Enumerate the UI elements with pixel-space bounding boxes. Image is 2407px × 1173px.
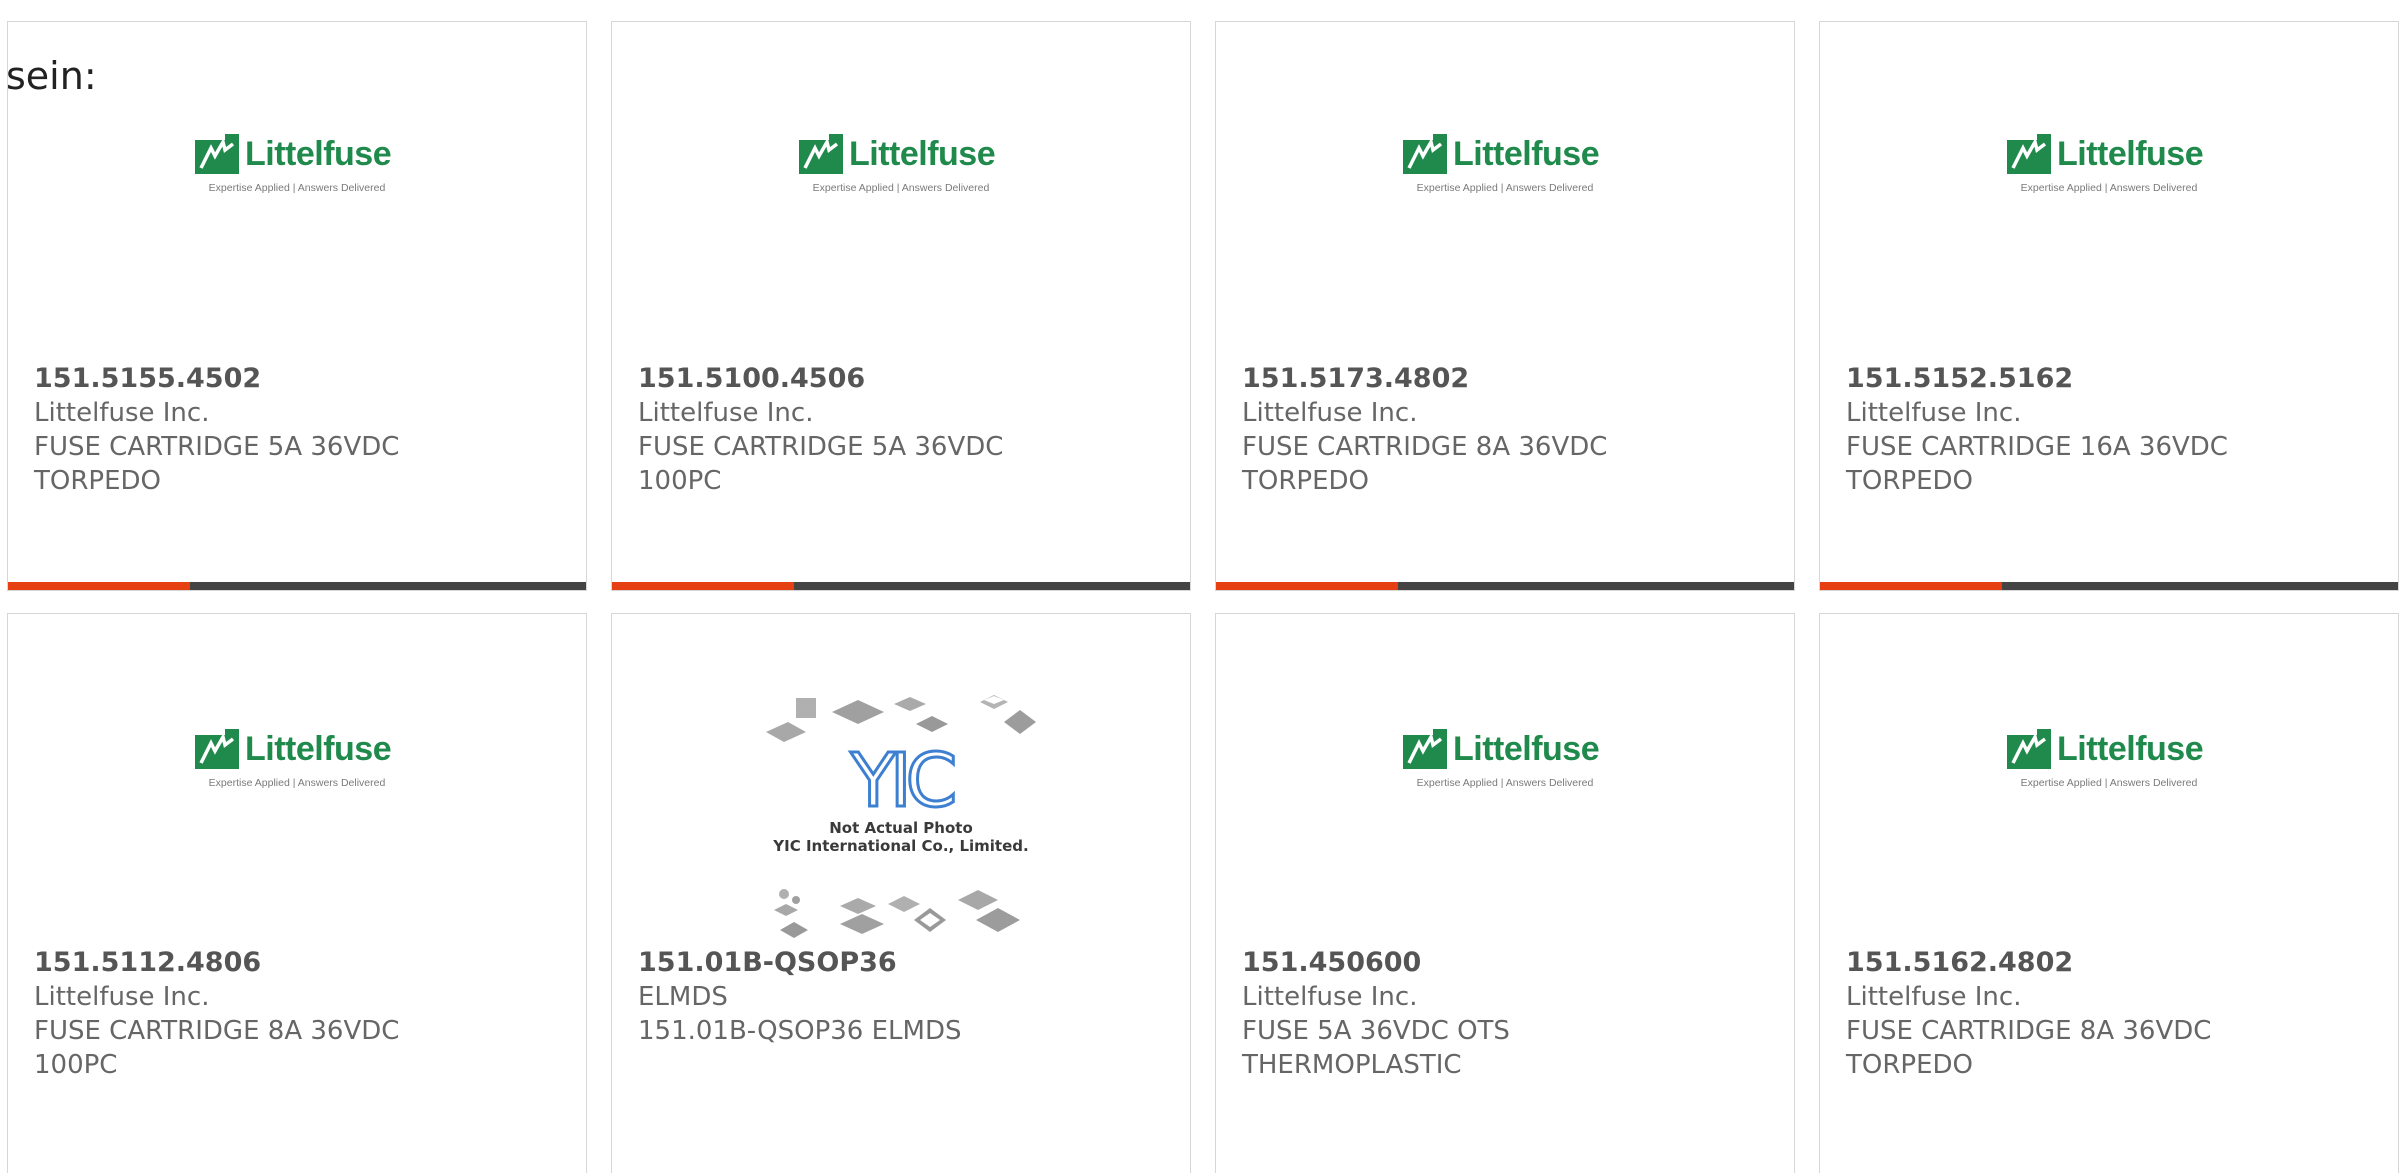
logo-tagline: Expertise Applied | Answers Delivered (208, 182, 386, 194)
littelfuse-mark-icon (1403, 729, 1447, 769)
description-line-2: TORPEDO (1846, 466, 1974, 496)
littelfuse-logo: Littelfuse Expertise Applied | Answers D… (1403, 729, 1607, 793)
littelfuse-logo: Littelfuse Expertise Applied | Answers D… (2007, 134, 2211, 198)
card-accent (612, 582, 794, 590)
card-accent (1820, 582, 2002, 590)
card-accent (8, 582, 190, 590)
product-card[interactable]: Littelfuse Expertise Applied | Answers D… (1819, 21, 2399, 591)
manufacturer: Littelfuse Inc. (1846, 982, 2022, 1012)
description-line-2: TORPEDO (1846, 1050, 1974, 1080)
product-card[interactable]: Littelfuse Expertise Applied | Answers D… (611, 21, 1191, 591)
part-number-link[interactable]: 151.5173.4802 (1242, 362, 1762, 396)
product-card[interactable]: Littelfuse Expertise Applied | Answers D… (7, 613, 587, 1173)
manufacturer: Littelfuse Inc. (1846, 398, 2022, 428)
manufacturer: Littelfuse Inc. (638, 398, 814, 428)
logo-tagline: Expertise Applied | Answers Delivered (2020, 182, 2198, 194)
littelfuse-mark-icon (799, 134, 843, 174)
product-image[interactable]: Littelfuse Expertise Applied | Answers D… (1216, 134, 1794, 244)
part-number-link[interactable]: 151.5162.4802 (1846, 946, 2366, 980)
part-number-link[interactable]: 151.450600 (1242, 946, 1762, 980)
littelfuse-logo: Littelfuse Expertise Applied | Answers D… (799, 134, 1003, 198)
logo-tagline: Expertise Applied | Answers Delivered (1416, 777, 1594, 789)
description-line-2: 100PC (638, 466, 722, 496)
logo-brand: Littelfuse (245, 135, 392, 173)
product-image[interactable]: Littelfuse Expertise Applied | Answers D… (1216, 729, 1794, 839)
product-image[interactable]: Littelfuse Expertise Applied | Answers D… (1820, 134, 2398, 244)
littelfuse-mark-icon (195, 134, 239, 174)
littelfuse-mark-icon (2007, 729, 2051, 769)
logo-tagline: Expertise Applied | Answers Delivered (208, 777, 386, 789)
description-line-2: 100PC (34, 1050, 118, 1080)
description-line-1: FUSE CARTRIDGE 5A 36VDC (638, 432, 1004, 462)
product-info: 151.5173.4802 Littelfuse Inc. FUSE CARTR… (1242, 362, 1762, 498)
product-grid-page: sein: Littelfuse Expertise Applied | Ans… (0, 0, 2407, 1173)
logo-brand: Littelfuse (1453, 135, 1600, 173)
product-info: 151.5152.5162 Littelfuse Inc. FUSE CARTR… (1846, 362, 2366, 498)
logo-brand: Littelfuse (2057, 135, 2204, 173)
description-line-1: FUSE 5A 36VDC OTS (1242, 1016, 1510, 1046)
product-info: 151.5162.4802 Littelfuse Inc. FUSE CARTR… (1846, 946, 2366, 1082)
description-line-1: FUSE CARTRIDGE 8A 36VDC (1242, 432, 1608, 462)
product-info: 151.5112.4806 Littelfuse Inc. FUSE CARTR… (34, 946, 554, 1082)
product-card[interactable]: Littelfuse Expertise Applied | Answers D… (7, 21, 587, 591)
logo-brand: Littelfuse (245, 730, 392, 768)
littelfuse-logo: Littelfuse Expertise Applied | Answers D… (195, 134, 399, 198)
logo-brand: Littelfuse (849, 135, 996, 173)
card-bottom-bar (1216, 582, 1794, 590)
logo-tagline: Expertise Applied | Answers Delivered (2020, 777, 2198, 789)
product-image[interactable]: Littelfuse Expertise Applied | Answers D… (8, 134, 586, 244)
littelfuse-logo: Littelfuse Expertise Applied | Answers D… (195, 729, 399, 793)
card-bottom-bar (8, 582, 586, 590)
part-number-link[interactable]: 151.5112.4806 (34, 946, 554, 980)
product-info: 151.01B-QSOP36 ELMDS 151.01B-QSOP36 ELMD… (638, 946, 1158, 1048)
description-line-1: FUSE CARTRIDGE 8A 36VDC (1846, 1016, 2212, 1046)
card-bottom-bar (612, 582, 1190, 590)
product-info: 151.5100.4506 Littelfuse Inc. FUSE CARTR… (638, 362, 1158, 498)
description-line-2: TORPEDO (1242, 466, 1370, 496)
card-accent (1216, 582, 1398, 590)
description-line-1: FUSE CARTRIDGE 8A 36VDC (34, 1016, 400, 1046)
product-image[interactable]: YIC Not Actual Photo YIC International C… (612, 694, 1190, 944)
product-card[interactable]: YIC Not Actual Photo YIC International C… (611, 613, 1191, 1173)
description-line-2: TORPEDO (34, 466, 162, 496)
placeholder-caption-1: Not Actual Photo (829, 819, 973, 837)
svg-text:YIC: YIC (850, 738, 954, 824)
littelfuse-mark-icon (1403, 134, 1447, 174)
manufacturer: Littelfuse Inc. (1242, 398, 1418, 428)
littelfuse-logo: Littelfuse Expertise Applied | Answers D… (1403, 134, 1607, 198)
card-bottom-bar (1820, 582, 2398, 590)
description-line-1: FUSE CARTRIDGE 5A 36VDC (34, 432, 400, 462)
description-line-2: THERMOPLASTIC (1242, 1050, 1462, 1080)
description-line-1: FUSE CARTRIDGE 16A 36VDC (1846, 432, 2228, 462)
product-grid: Littelfuse Expertise Applied | Answers D… (7, 21, 2401, 1173)
littelfuse-mark-icon (2007, 134, 2051, 174)
manufacturer: ELMDS (638, 982, 728, 1012)
product-image[interactable]: Littelfuse Expertise Applied | Answers D… (1820, 729, 2398, 839)
manufacturer: Littelfuse Inc. (34, 398, 210, 428)
part-number-link[interactable]: 151.5100.4506 (638, 362, 1158, 396)
logo-brand: Littelfuse (1453, 730, 1600, 768)
product-image[interactable]: Littelfuse Expertise Applied | Answers D… (612, 134, 1190, 244)
placeholder-caption-2: YIC International Co., Limited. (773, 837, 1029, 855)
littelfuse-mark-icon (195, 729, 239, 769)
manufacturer: Littelfuse Inc. (34, 982, 210, 1012)
part-number-link[interactable]: 151.5155.4502 (34, 362, 554, 396)
product-card[interactable]: Littelfuse Expertise Applied | Answers D… (1819, 613, 2399, 1173)
littelfuse-logo: Littelfuse Expertise Applied | Answers D… (2007, 729, 2211, 793)
part-number-link[interactable]: 151.5152.5162 (1846, 362, 2366, 396)
logo-tagline: Expertise Applied | Answers Delivered (812, 182, 990, 194)
logo-brand: Littelfuse (2057, 730, 2204, 768)
logo-tagline: Expertise Applied | Answers Delivered (1416, 182, 1594, 194)
intro-text: sein: (6, 54, 97, 98)
product-image[interactable]: Littelfuse Expertise Applied | Answers D… (8, 729, 586, 839)
manufacturer: Littelfuse Inc. (1242, 982, 1418, 1012)
product-info: 151.5155.4502 Littelfuse Inc. FUSE CARTR… (34, 362, 554, 498)
yic-placeholder-image: YIC Not Actual Photo YIC International C… (766, 694, 1036, 944)
product-card[interactable]: Littelfuse Expertise Applied | Answers D… (1215, 21, 1795, 591)
part-number-link[interactable]: 151.01B-QSOP36 (638, 946, 1158, 980)
description-line-1: 151.01B-QSOP36 ELMDS (638, 1016, 962, 1046)
product-card[interactable]: Littelfuse Expertise Applied | Answers D… (1215, 613, 1795, 1173)
product-info: 151.450600 Littelfuse Inc. FUSE 5A 36VDC… (1242, 946, 1762, 1082)
